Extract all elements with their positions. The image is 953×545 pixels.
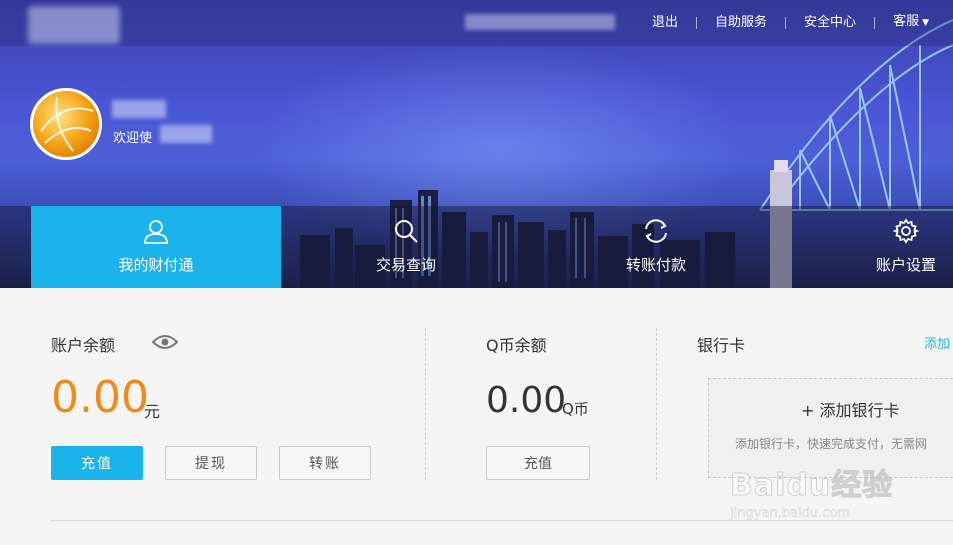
top-nav: 退出 自助服务 安全中心 客服 ▼: [652, 14, 929, 31]
recharge-button[interactable]: 充值: [51, 446, 143, 480]
user-icon: [142, 216, 170, 246]
gear-icon: [892, 216, 920, 246]
add-bankcard-label: + 添加银行卡: [801, 401, 900, 420]
username-redacted: [112, 100, 166, 118]
tab-label: 交易查询: [375, 256, 436, 274]
tab-label: 我的财付通: [118, 256, 194, 274]
divider: [785, 16, 787, 29]
add-bankcard-description: 添加银行卡，快速完成支付，无需网: [735, 437, 928, 451]
divider: [874, 16, 876, 29]
account-overview: 账户余额 0.00 元 充值 提现 转账 Q币余额 0.00 Q币 充值 银行卡…: [0, 288, 953, 545]
tab-account-settings[interactable]: 账户设置: [781, 206, 953, 288]
divider: [656, 328, 657, 480]
tab-label: 转账付款: [625, 256, 686, 274]
hero-banner: 退出 自助服务 安全中心 客服 ▼ 欢迎使 我的财付通 交易查询 转账付款 账户…: [0, 0, 953, 288]
basketball-icon: [40, 96, 94, 152]
add-bankcard-box[interactable]: + 添加银行卡 添加银行卡，快速完成支付，无需网: [708, 378, 953, 478]
self-service-link[interactable]: 自助服务: [715, 15, 767, 31]
top-bar: 退出 自助服务 安全中心 客服 ▼: [0, 0, 953, 46]
transfer-button[interactable]: 转账: [279, 446, 371, 480]
balance-amount: 0.00: [51, 372, 149, 423]
account-name-redacted: [465, 14, 615, 30]
site-logo[interactable]: [28, 6, 120, 44]
add-bankcard-link[interactable]: 添加: [924, 333, 950, 352]
customer-service-label: 客服: [893, 14, 920, 29]
welcome-redacted: [160, 125, 212, 143]
divider: [50, 520, 953, 521]
qcoin-amount: 0.00: [486, 380, 567, 421]
bankcard-title: 银行卡: [697, 336, 746, 355]
search-icon: [392, 216, 420, 246]
tab-transfer-payment[interactable]: 转账付款: [531, 206, 781, 288]
logout-link[interactable]: 退出: [652, 15, 678, 31]
balance-unit: 元: [144, 402, 161, 421]
tab-label: 账户设置: [875, 256, 936, 274]
qcoin-recharge-button[interactable]: 充值: [486, 446, 590, 480]
tab-transaction-query[interactable]: 交易查询: [281, 206, 531, 288]
security-center-link[interactable]: 安全中心: [804, 15, 856, 31]
avatar[interactable]: [30, 88, 102, 160]
qcoin-title: Q币余额: [486, 336, 547, 355]
balance-title: 账户余额: [51, 336, 116, 355]
eye-icon[interactable]: [151, 333, 179, 355]
main-nav: 我的财付通 交易查询 转账付款 账户设置: [0, 206, 953, 288]
welcome-text: 欢迎使: [113, 131, 153, 146]
withdraw-button[interactable]: 提现: [165, 446, 257, 480]
customer-service-menu[interactable]: 客服 ▼: [893, 14, 929, 31]
refresh-icon: [641, 216, 671, 246]
qcoin-unit: Q币: [562, 400, 589, 418]
tab-my-account[interactable]: 我的财付通: [31, 206, 281, 288]
caret-down-icon: ▼: [922, 18, 929, 28]
divider: [425, 328, 426, 480]
divider: [696, 16, 698, 29]
